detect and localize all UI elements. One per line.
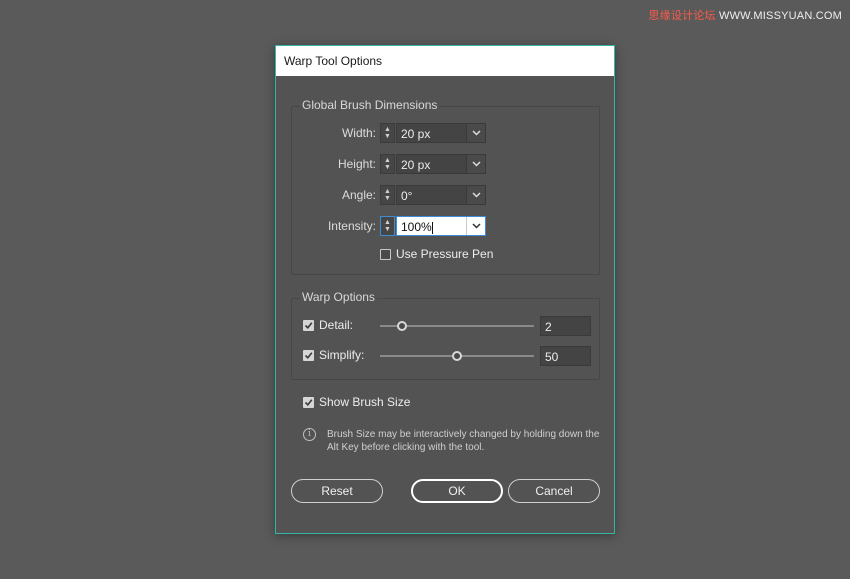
dialog-title: Warp Tool Options (276, 46, 614, 76)
text-cursor (431, 221, 433, 234)
height-row: Height: ▲ ▼ 20 px (292, 154, 592, 174)
stepper-up-icon: ▲ (384, 157, 391, 164)
info-text: Brush Size may be interactively changed … (327, 429, 600, 453)
height-stepper[interactable]: ▲ ▼ (380, 154, 395, 174)
show-brush-size-label: Show Brush Size (319, 395, 411, 409)
stepper-up-icon: ▲ (384, 126, 391, 133)
height-label: Height: (337, 157, 376, 171)
global-brush-dimensions-group: Global Brush Dimensions Width: ▲ ▼ 20 px … (291, 98, 600, 275)
width-stepper[interactable]: ▲ ▼ (380, 123, 395, 143)
chevron-down-icon[interactable] (466, 155, 485, 173)
intensity-value: 100% (401, 220, 433, 234)
ok-button[interactable]: OK (411, 479, 503, 503)
checkmark-icon (304, 399, 313, 406)
stepper-up-icon: ▲ (384, 188, 391, 195)
warp-tool-options-dialog: Warp Tool Options Global Brush Dimension… (275, 45, 615, 534)
angle-value: 0° (401, 189, 413, 203)
detail-checkbox[interactable] (303, 320, 314, 331)
intensity-stepper[interactable]: ▲ ▼ (380, 216, 395, 236)
detail-label: Detail: (319, 318, 354, 332)
stepper-up-icon: ▲ (384, 219, 391, 226)
simplify-value-field[interactable]: 50 (540, 346, 591, 366)
detail-slider-thumb[interactable] (396, 321, 407, 331)
group-title-global-brush: Global Brush Dimensions (300, 98, 440, 112)
checkmark-icon (304, 322, 313, 329)
detail-value: 2 (545, 320, 552, 334)
stepper-down-icon: ▼ (384, 226, 391, 233)
use-pressure-pen-label: Use Pressure Pen (396, 247, 494, 261)
show-brush-size-checkbox[interactable] (303, 397, 314, 408)
intensity-label: Intensity: (327, 219, 376, 233)
simplify-label: Simplify: (319, 348, 365, 362)
width-value: 20 px (401, 127, 431, 141)
cancel-button[interactable]: Cancel (508, 479, 600, 503)
detail-value-field[interactable]: 2 (540, 316, 591, 336)
use-pressure-pen-checkbox[interactable] (380, 249, 391, 260)
height-field[interactable]: 20 px (396, 154, 486, 174)
intensity-row: Intensity: ▲ ▼ 100% (292, 216, 592, 236)
watermark-text-url: WWW.MISSYUAN.COM (719, 10, 842, 22)
group-title-warp-options: Warp Options (300, 290, 377, 304)
warp-options-group: Warp Options Detail: 2 Simplify: 50 (291, 290, 600, 380)
angle-row: Angle: ▲ ▼ 0° (292, 185, 592, 205)
intensity-field[interactable]: 100% (396, 216, 486, 236)
width-row: Width: ▲ ▼ 20 px (292, 123, 592, 143)
stepper-down-icon: ▼ (384, 164, 391, 171)
simplify-slider-thumb[interactable] (452, 351, 462, 361)
width-label: Width: (341, 126, 376, 140)
chevron-down-icon[interactable] (466, 186, 485, 204)
watermark-text-cn: 思缘设计论坛 (648, 10, 716, 22)
watermark: 思缘设计论坛 WWW.MISSYUAN.COM (649, 7, 842, 23)
reset-button[interactable]: Reset (291, 479, 383, 503)
width-field[interactable]: 20 px (396, 123, 486, 143)
chevron-down-icon[interactable] (466, 124, 485, 142)
stepper-down-icon: ▼ (384, 133, 391, 140)
checkmark-icon (304, 352, 313, 359)
intensity-value-text: 100% (401, 220, 432, 234)
simplify-checkbox[interactable] (303, 350, 314, 361)
angle-stepper[interactable]: ▲ ▼ (380, 185, 395, 205)
chevron-down-icon[interactable] (466, 217, 485, 235)
angle-field[interactable]: 0° (396, 185, 486, 205)
stepper-down-icon: ▼ (384, 195, 391, 202)
info-icon: i (303, 428, 316, 441)
simplify-value: 50 (545, 350, 559, 364)
angle-label: Angle: (341, 188, 376, 202)
height-value: 20 px (401, 158, 431, 172)
